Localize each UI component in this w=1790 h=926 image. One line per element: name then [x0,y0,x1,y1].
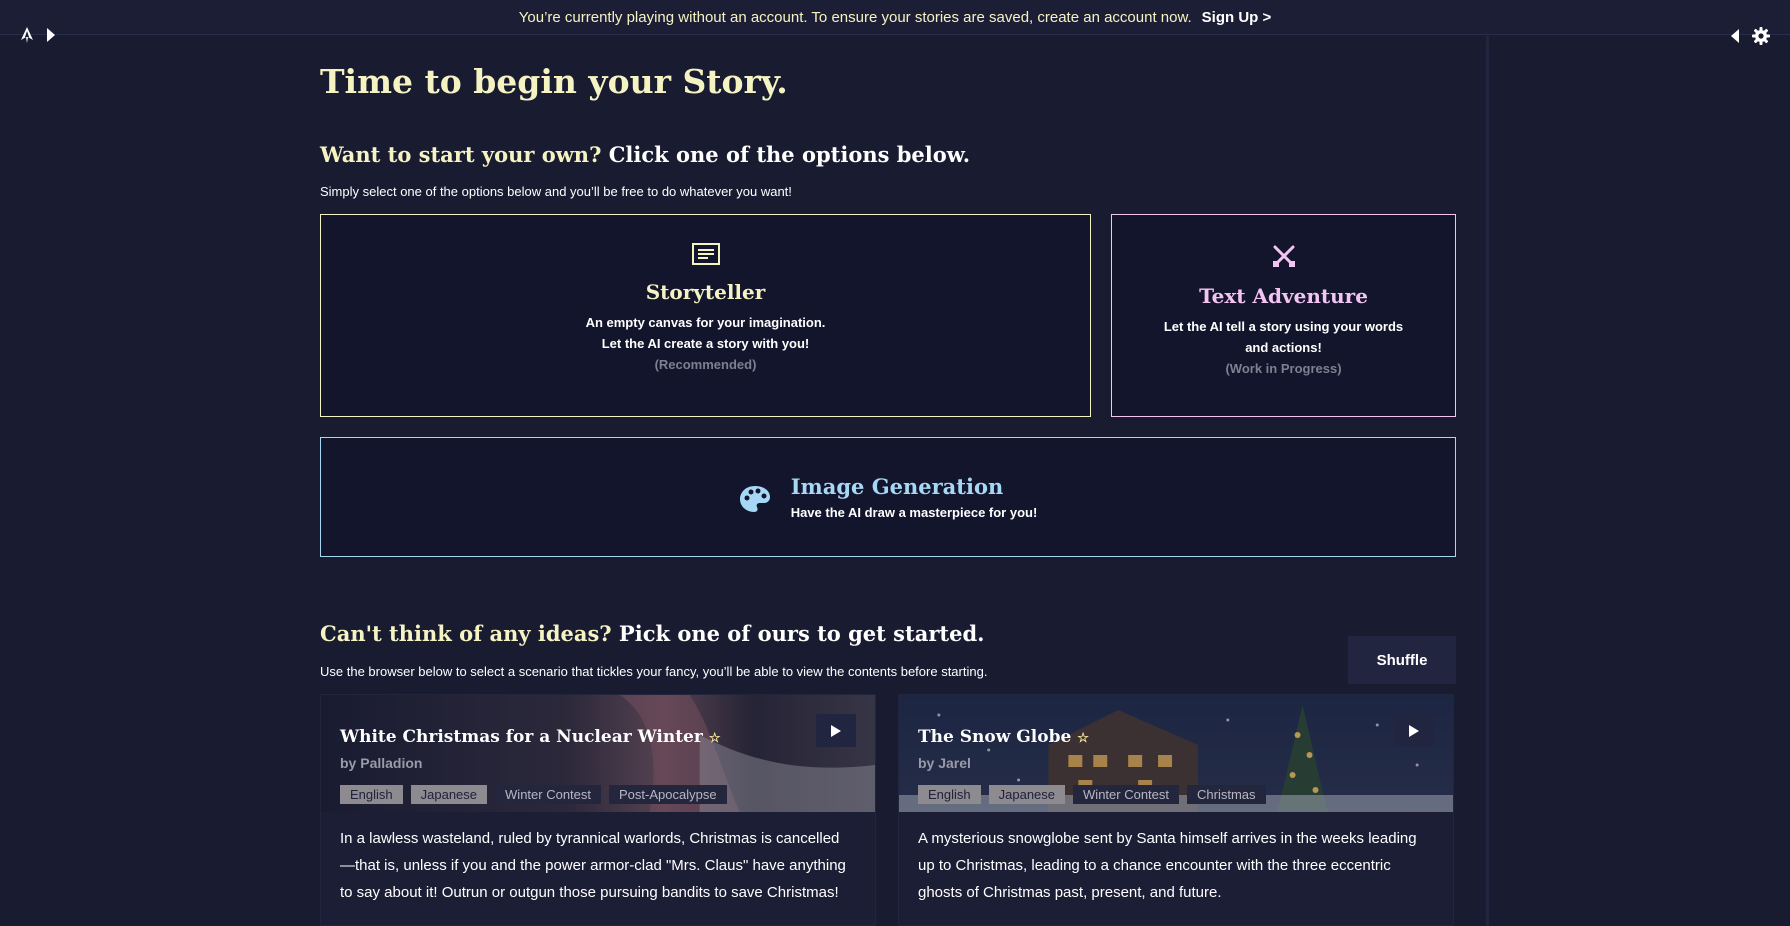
right-controls [1728,27,1770,45]
ideas-heading-rest: Pick one of ours to get started. [618,621,985,646]
scenario-1-author: by Palladion [340,755,423,771]
tag-language: Japanese [410,785,488,804]
scenario-1-title-text: White Christmas for a Nuclear Winter [340,727,703,747]
storyteller-description: An empty canvas for your imagination. Le… [586,312,826,375]
quill-pen-icon[interactable] [20,27,34,43]
play-button[interactable] [816,714,856,747]
tag-language: English [340,785,403,804]
start-section-subtitle: Simply select one of the options below a… [320,184,792,199]
adventure-desc-line1: Let the AI tell a story using your words [1163,319,1404,334]
ideas-section-heading: Can't think of any ideas? Pick one of ou… [320,621,984,646]
play-icon [1409,724,1419,737]
star-icon: ☆ [1077,731,1089,746]
ideas-section-subtitle: Use the browser below to select a scenar… [320,664,988,679]
storyteller-card[interactable]: Storyteller An empty canvas for your ima… [320,214,1091,417]
left-controls [20,27,58,43]
scenario-card-1[interactable]: White Christmas for a Nuclear Winter ☆ by… [320,694,876,926]
tag-category: Christmas [1187,785,1266,804]
tag-category: Post-Apocalypse [609,785,727,804]
palette-icon [739,485,771,518]
ideas-heading-highlight: Can't think of any ideas? [320,621,612,646]
image-generation-card[interactable]: Image Generation Have the AI draw a mast… [320,437,1456,557]
image-generation-text: Image Generation Have the AI draw a mast… [791,474,1038,520]
star-icon: ☆ [708,731,721,746]
scenario-1-title: White Christmas for a Nuclear Winter ☆ [340,727,720,747]
storyteller-title: Storyteller [645,280,766,304]
text-adventure-description: Let the AI tell a story using your words… [1164,316,1403,379]
image-generation-description: Have the AI draw a masterpiece for you! [790,505,1038,520]
scenario-2-description: A mysterious snowglobe sent by Santa him… [918,830,1417,901]
right-panel-divider [1486,36,1489,926]
storyteller-desc-line2: Let the AI create a story with you! [601,336,810,351]
scenario-1-description: In a lawless wasteland, ruled by tyranni… [340,830,846,901]
image-generation-title: Image Generation [790,474,1004,499]
scenario-card-2[interactable]: The Snow Globe ☆ by Jarel English Japanes… [898,694,1454,926]
gear-icon[interactable] [1752,27,1770,45]
start-section-heading: Want to start your own? Click one of the… [320,142,970,167]
play-icon [831,724,841,737]
storyteller-note: (Recommended) [654,357,757,372]
tag-category: Winter Contest [495,785,602,804]
play-button[interactable] [1394,714,1434,747]
crossed-swords-icon [1271,243,1297,274]
banner-message: You’re currently playing without an acco… [518,8,1192,26]
scenario-2-author: by Jarel [918,755,971,771]
document-lines-icon [691,243,720,270]
adventure-desc-line2: and actions! [1245,340,1322,355]
scenario-2-tags: English Japanese Winter Contest Christma… [918,785,1266,804]
signup-link[interactable]: Sign Up > [1202,9,1272,26]
start-heading-rest: Click one of the options below. [608,142,971,167]
tag-language: Japanese [988,785,1066,804]
scenario-1-tags: English Japanese Winter Contest Post-Apo… [340,785,727,804]
tag-category: Winter Contest [1073,785,1180,804]
account-banner: You’re currently playing without an acco… [0,0,1790,35]
tag-language: English [918,785,981,804]
caret-left-icon[interactable] [1728,28,1742,44]
start-heading-highlight: Want to start your own? [320,142,602,167]
adventure-note: (Work in Progress) [1225,361,1342,376]
storyteller-desc-line1: An empty canvas for your imagination. [585,315,826,330]
scenario-2-title: The Snow Globe ☆ [918,727,1089,747]
caret-right-icon[interactable] [44,27,58,43]
text-adventure-card[interactable]: Text Adventure Let the AI tell a story u… [1111,214,1456,417]
page-title: Time to begin your Story. [320,62,788,101]
text-adventure-title: Text Adventure [1199,284,1368,308]
shuffle-button[interactable]: Shuffle [1348,636,1456,684]
scenario-2-title-text: The Snow Globe [918,727,1072,747]
